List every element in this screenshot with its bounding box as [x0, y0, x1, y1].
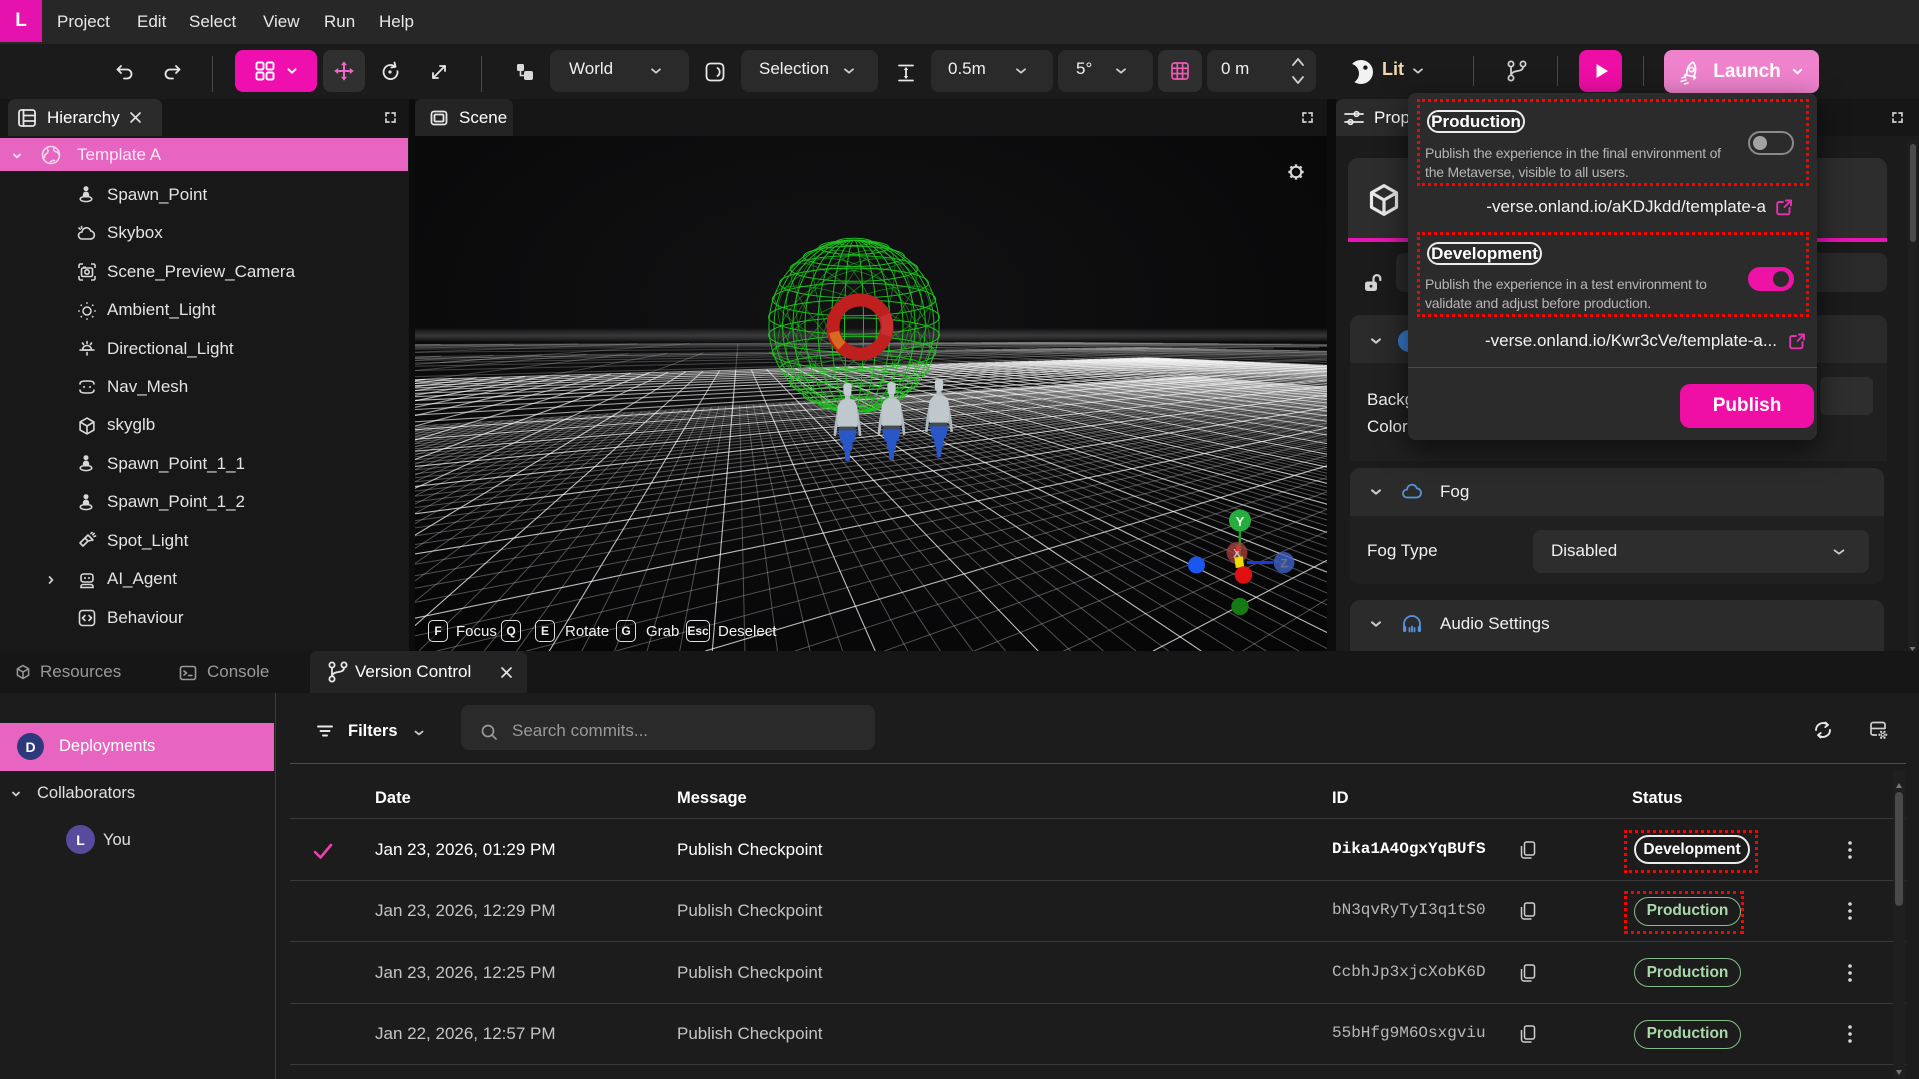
svg-text:Z: Z — [1280, 557, 1287, 571]
svg-text:Y: Y — [1236, 514, 1245, 529]
